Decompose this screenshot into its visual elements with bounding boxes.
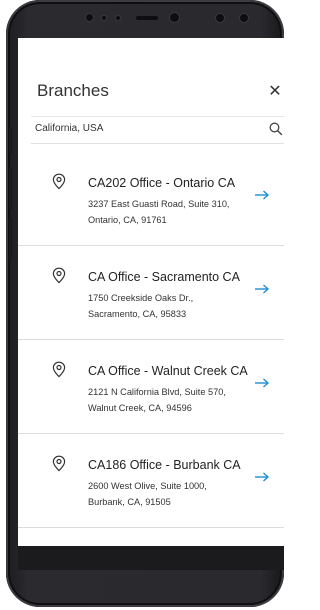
navigation-bar xyxy=(18,546,284,570)
sensor-icon xyxy=(116,16,120,20)
branch-title: CA Office - Walnut Creek CA xyxy=(88,364,248,378)
close-button[interactable]: ✕ xyxy=(266,81,284,101)
sensor-icon xyxy=(86,14,93,21)
search-icon[interactable] xyxy=(268,121,284,137)
branches-header: Branches ✕ xyxy=(18,38,284,114)
branch-list-item[interactable]: CA186 Office - Burbank CA 2600 West Oliv… xyxy=(18,434,284,528)
location-pin-icon xyxy=(52,455,66,472)
arrow-right-icon[interactable] xyxy=(254,280,270,294)
branch-address-line: Ontario, CA, 91761 xyxy=(88,215,167,225)
location-pin-icon xyxy=(52,267,66,284)
search-bar[interactable]: California, USA xyxy=(31,116,284,144)
branch-list-item[interactable]: CA Office - Walnut Creek CA 2121 N Calif… xyxy=(18,340,284,434)
sensor-icon xyxy=(102,16,106,20)
phone-screen: Branches ✕ California, USA CA202 Office … xyxy=(18,38,284,546)
app-screenshot: Branches ✕ California, USA CA202 Office … xyxy=(0,0,284,610)
location-pin-icon xyxy=(52,361,66,378)
sensor-icon xyxy=(240,14,248,22)
arrow-right-icon[interactable] xyxy=(254,186,270,200)
branch-address-line: 2121 N California Blvd, Suite 570, xyxy=(88,387,226,397)
branch-address: 2121 N California Blvd, Suite 570, Walnu… xyxy=(88,384,253,416)
branch-address: 1750 Creekside Oaks Dr., Sacramento, CA,… xyxy=(88,290,253,322)
phone-volume-down-button xyxy=(9,218,12,260)
arrow-right-icon[interactable] xyxy=(254,374,270,388)
branch-title: CA202 Office - Ontario CA xyxy=(88,176,236,190)
branch-address-line: Walnut Creek, CA, 94596 xyxy=(88,403,192,413)
branch-title: CA186 Office - Burbank CA xyxy=(88,458,241,472)
arrow-right-icon[interactable] xyxy=(254,468,270,482)
sensor-icon xyxy=(216,14,224,22)
branch-address-line: Burbank, CA, 91505 xyxy=(88,497,171,507)
branch-title: CA Office - Sacramento CA xyxy=(88,270,240,284)
location-pin-icon xyxy=(52,173,66,190)
search-input[interactable]: California, USA xyxy=(35,123,103,134)
front-camera-icon xyxy=(170,13,179,22)
branch-address: 3237 East Guasti Road, Suite 310, Ontari… xyxy=(88,196,253,228)
branch-address-line: 3237 East Guasti Road, Suite 310, xyxy=(88,199,230,209)
branch-address-line: 2600 West Olive, Suite 1000, xyxy=(88,481,207,491)
phone-volume-up-button xyxy=(9,168,12,210)
branch-list-item[interactable]: CA Office - Sacramento CA 1750 Creekside… xyxy=(18,246,284,340)
branch-address-line: Sacramento, CA, 95833 xyxy=(88,309,187,319)
phone-top-bezel xyxy=(30,0,274,38)
phone-side-button xyxy=(9,128,12,154)
branch-address-line: 1750 Creekside Oaks Dr., xyxy=(88,293,194,303)
speaker-grille xyxy=(136,16,158,20)
branch-address: 2600 West Olive, Suite 1000, Burbank, CA… xyxy=(88,478,253,510)
branch-list-item[interactable]: CA202 Office - Ontario CA 3237 East Guas… xyxy=(18,152,284,246)
page-title: Branches xyxy=(37,81,109,100)
branch-list: CA202 Office - Ontario CA 3237 East Guas… xyxy=(18,152,284,528)
